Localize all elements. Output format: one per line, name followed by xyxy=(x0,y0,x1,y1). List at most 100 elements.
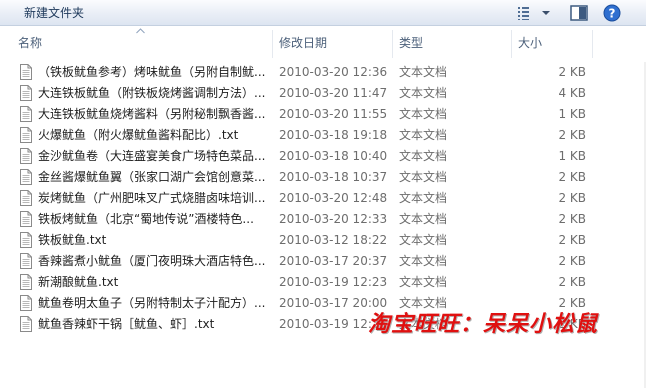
file-date: 2010-03-17 20:37 xyxy=(279,254,388,268)
file-date: 2010-03-20 11:47 xyxy=(279,86,388,100)
file-list: （铁板鱿鱼参考）烤味鱿鱼（另附自制鱿... 2010-03-20 12:36 文… xyxy=(0,62,646,335)
column-headers: 名称 修改日期 类型 大小 xyxy=(0,26,646,62)
file-type: 文本文档 xyxy=(399,191,448,205)
column-divider[interactable] xyxy=(272,30,273,58)
text-document-icon xyxy=(20,190,32,206)
help-icon: ? xyxy=(603,4,621,22)
svg-text:?: ? xyxy=(609,7,616,21)
text-document-icon xyxy=(20,106,32,122)
text-document-icon xyxy=(20,274,32,290)
file-type: 文本文档 xyxy=(399,149,448,163)
view-options-icon xyxy=(518,7,550,20)
file-name: 铁板鱿鱼.txt xyxy=(38,233,107,247)
file-size: 2 KB xyxy=(558,128,586,142)
file-date: 2010-03-12 18:22 xyxy=(279,233,388,247)
file-date: 2010-03-20 12:48 xyxy=(279,191,388,205)
file-date: 2010-03-17 20:00 xyxy=(279,296,388,310)
file-row[interactable]: 金丝酱爆鱿鱼翼（张家口湖广会馆创意菜... 2010-03-18 10:37 文… xyxy=(0,167,646,188)
file-name: 香辣酱煮小鱿鱼（厦门夜明珠大酒店特色... xyxy=(38,254,266,268)
chevron-down-icon xyxy=(542,11,550,15)
file-size: 1 KB xyxy=(558,149,586,163)
file-name: （铁板鱿鱼参考）烤味鱿鱼（另附自制鱿... xyxy=(38,65,266,79)
file-date: 2010-03-19 12:23 xyxy=(279,275,388,289)
file-size: 2 KB xyxy=(558,65,586,79)
file-size: 2 KB xyxy=(558,275,586,289)
new-folder-button[interactable]: 新建文件夹 xyxy=(24,0,84,26)
file-row[interactable]: 金沙鱿鱼卷（大连盛宴美食广场特色菜品... 2010-03-18 10:40 文… xyxy=(0,146,646,167)
column-header-size[interactable]: 大小 xyxy=(518,26,542,62)
change-view-button[interactable] xyxy=(512,3,556,23)
text-document-icon xyxy=(20,169,32,185)
file-name: 金沙鱿鱼卷（大连盛宴美食广场特色菜品... xyxy=(38,149,266,163)
file-name: 炭烤鱿鱼（广州肥味叉广式烧腊卤味培训... xyxy=(38,191,266,205)
file-row[interactable]: （铁板鱿鱼参考）烤味鱿鱼（另附自制鱿... 2010-03-20 12:36 文… xyxy=(0,62,646,83)
file-size: 2 KB xyxy=(558,296,586,310)
file-date: 2010-03-18 10:37 xyxy=(279,170,388,184)
column-header-name[interactable]: 名称 xyxy=(18,26,42,62)
file-type: 文本文档 xyxy=(399,65,448,79)
file-name: 大连铁板鱿鱼（附铁板烧烤酱调制方法）... xyxy=(38,86,266,100)
file-type: 文本文档 xyxy=(399,233,448,247)
text-document-icon xyxy=(20,127,32,143)
file-name: 火爆鱿鱼（附火爆鱿鱼酱料配比）.txt xyxy=(38,128,239,142)
file-type: 文本文档 xyxy=(399,254,448,268)
file-type: 文本文档 xyxy=(399,170,448,184)
column-divider[interactable] xyxy=(392,30,393,58)
text-document-icon xyxy=(20,232,32,248)
file-size: 2 KB xyxy=(558,170,586,184)
file-size: 1 KB xyxy=(558,107,586,121)
file-row[interactable]: 新潮酿鱿鱼.txt 2010-03-19 12:23 文本文档 2 KB xyxy=(0,272,646,293)
command-bar: 新建文件夹 ? xyxy=(0,0,646,26)
file-name: 鱿鱼香辣虾干锅［鱿鱼、虾］.txt xyxy=(38,317,215,331)
text-document-icon xyxy=(20,85,32,101)
file-row[interactable]: 大连铁板鱿鱼烧烤酱料（另附秘制飘香酱... 2010-03-20 11:55 文… xyxy=(0,104,646,125)
file-row[interactable]: 铁板烤鱿鱼（北京“蜀地传说”酒楼特色... 2010-03-20 12:33 文… xyxy=(0,209,646,230)
file-row[interactable]: 鱿鱼香辣虾干锅［鱿鱼、虾］.txt 2010-03-19 12:25 文本文档 … xyxy=(0,314,646,335)
column-header-date[interactable]: 修改日期 xyxy=(279,26,327,62)
file-row[interactable]: 炭烤鱿鱼（广州肥味叉广式烧腊卤味培训... 2010-03-20 12:48 文… xyxy=(0,188,646,209)
file-date: 2010-03-20 12:33 xyxy=(279,212,388,226)
file-date: 2010-03-20 12:36 xyxy=(279,65,388,79)
file-size: 2 KB xyxy=(558,212,586,226)
text-document-icon xyxy=(20,64,32,80)
preview-pane-icon xyxy=(570,5,588,21)
file-name: 鱿鱼卷明太鱼子（另附特制太子汁配方）... xyxy=(38,296,266,310)
file-type: 文本文档 xyxy=(399,107,448,121)
sort-ascending-icon xyxy=(136,28,145,34)
file-size: 2 KB xyxy=(558,254,586,268)
file-type: 文本文档 xyxy=(399,212,448,226)
file-row[interactable]: 火爆鱿鱼（附火爆鱿鱼酱料配比）.txt 2010-03-18 19:18 文本文… xyxy=(0,125,646,146)
text-document-icon xyxy=(20,316,32,332)
text-document-icon xyxy=(20,253,32,269)
file-type: 文本文档 xyxy=(399,317,448,331)
text-document-icon xyxy=(20,148,32,164)
file-name: 大连铁板鱿鱼烧烤酱料（另附秘制飘香酱... xyxy=(38,107,266,121)
file-size: 2 KB xyxy=(558,317,586,331)
file-date: 2010-03-19 12:25 xyxy=(279,317,388,331)
file-row[interactable]: 鱿鱼卷明太鱼子（另附特制太子汁配方）... 2010-03-17 20:00 文… xyxy=(0,293,646,314)
file-row[interactable]: 大连铁板鱿鱼（附铁板烧烤酱调制方法）... 2010-03-20 11:47 文… xyxy=(0,83,646,104)
file-size: 4 KB xyxy=(558,86,586,100)
file-type: 文本文档 xyxy=(399,128,448,142)
help-button[interactable]: ? xyxy=(601,3,623,23)
column-header-type[interactable]: 类型 xyxy=(399,26,423,62)
explorer-window: 新建文件夹 ? 名称 修改日期 类型 大小 （铁板鱿鱼参考）烤味鱿鱼（另附自制鱿… xyxy=(0,0,646,388)
file-type: 文本文档 xyxy=(399,296,448,310)
column-divider[interactable] xyxy=(592,30,593,58)
file-name: 新潮酿鱿鱼.txt xyxy=(38,275,119,289)
file-date: 2010-03-18 19:18 xyxy=(279,128,388,142)
text-document-icon xyxy=(20,211,32,227)
file-name: 金丝酱爆鱿鱼翼（张家口湖广会馆创意菜... xyxy=(38,170,266,184)
file-size: 2 KB xyxy=(558,191,586,205)
preview-pane-button[interactable] xyxy=(568,3,590,23)
file-size: 2 KB xyxy=(558,233,586,247)
text-document-icon xyxy=(20,295,32,311)
file-name: 铁板烤鱿鱼（北京“蜀地传说”酒楼特色... xyxy=(38,212,254,226)
file-row[interactable]: 香辣酱煮小鱿鱼（厦门夜明珠大酒店特色... 2010-03-17 20:37 文… xyxy=(0,251,646,272)
file-date: 2010-03-20 11:55 xyxy=(279,107,388,121)
file-type: 文本文档 xyxy=(399,86,448,100)
file-row[interactable]: 铁板鱿鱼.txt 2010-03-12 18:22 文本文档 2 KB xyxy=(0,230,646,251)
column-divider[interactable] xyxy=(511,30,512,58)
file-date: 2010-03-18 10:40 xyxy=(279,149,388,163)
file-type: 文本文档 xyxy=(399,275,448,289)
